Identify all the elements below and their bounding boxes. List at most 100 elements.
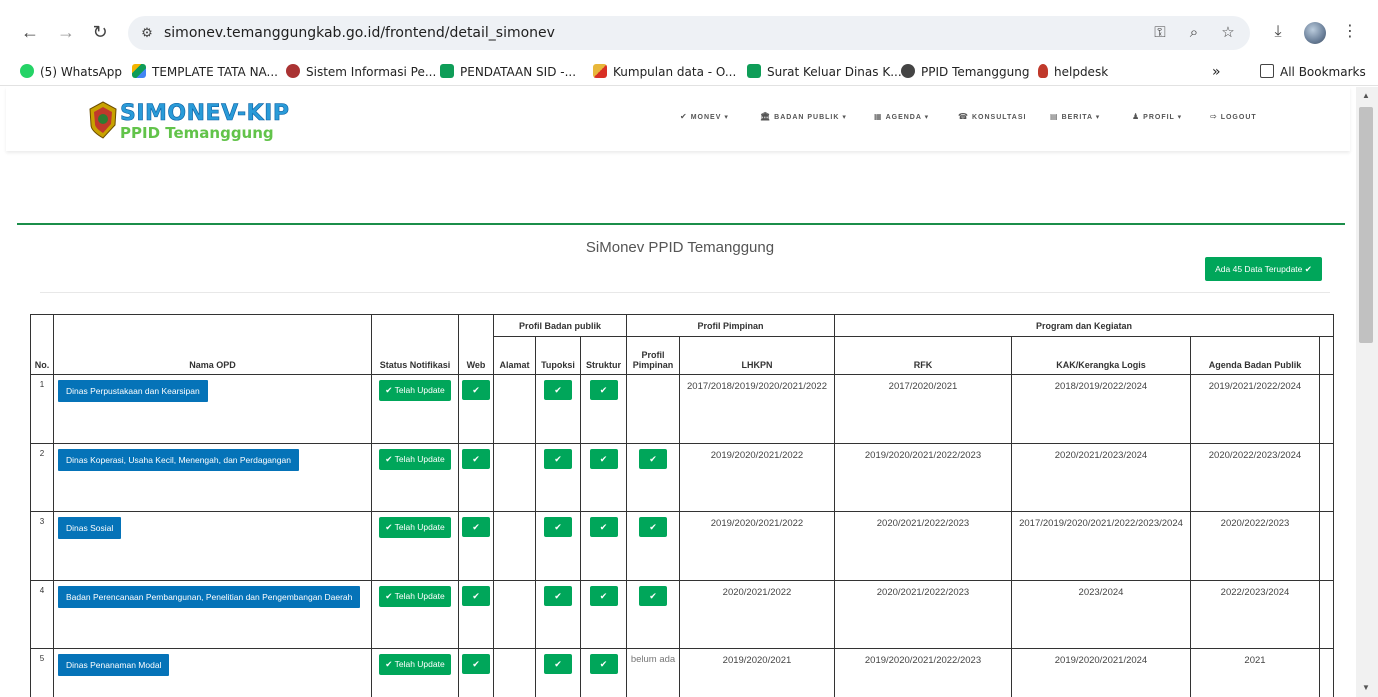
forward-arrow-icon[interactable]: → — [54, 20, 78, 44]
check-icon[interactable]: ✔ — [462, 654, 490, 674]
kak-cell: 2018/2019/2022/2024 — [1011, 374, 1191, 444]
agenda-cell: 2019/2021/2022/2024 — [1190, 374, 1320, 444]
bookmark-surat-keluar[interactable]: Surat Keluar Dinas K... — [747, 63, 902, 81]
status-update-button[interactable]: ✔ Telah Update — [379, 517, 451, 538]
check-icon[interactable]: ✔ — [462, 380, 490, 400]
site-settings-icon[interactable]: ⚙ — [138, 24, 156, 42]
all-bookmarks[interactable]: All Bookmarks — [1260, 63, 1366, 81]
tupoksi-cell: ✔ — [535, 511, 581, 581]
bookmark-whatsapp[interactable]: (5) WhatsApp — [20, 63, 122, 81]
tupoksi-cell: ✔ — [535, 648, 581, 697]
bookmark-ppid[interactable]: PPID Temanggung — [901, 63, 1029, 81]
opd-cell: Dinas Perpustakaan dan Kearsipan — [53, 374, 372, 444]
status-update-button[interactable]: ✔ Telah Update — [379, 654, 451, 675]
table-row: 5 Dinas Penanaman Modal ✔ Telah Update ✔ ✔ ✔ b… — [30, 648, 1334, 697]
struktur-cell: ✔ — [580, 511, 627, 581]
check-icon[interactable]: ✔ — [462, 449, 490, 469]
status-update-button[interactable]: ✔ Telah Update — [379, 586, 451, 607]
updated-data-button[interactable]: Ada 45 Data Terupdate ✔ — [1205, 257, 1322, 281]
check-icon[interactable]: ✔ — [544, 586, 572, 606]
reload-icon[interactable]: ↻ — [88, 20, 112, 44]
opd-name-button[interactable]: Badan Perencanaan Pembangunan, Penelitia… — [58, 586, 361, 608]
page-content: SIMONEV-KIP PPID Temanggung ✔ MONEV ▾ 🏛 BA… — [0, 87, 1356, 697]
header-lhkpn: LHKPN — [679, 336, 835, 375]
opd-name-button[interactable]: Dinas Perpustakaan dan Kearsipan — [58, 380, 208, 402]
star-icon[interactable]: ☆ — [1218, 24, 1238, 42]
status-update-button[interactable]: ✔ Telah Update — [379, 380, 451, 401]
status-cell: ✔ Telah Update — [371, 374, 459, 444]
page-scrollbar[interactable]: ▲ ▼ — [1356, 87, 1378, 697]
menu-badan-publik[interactable]: 🏛 BADAN PUBLIK ▾ — [760, 112, 847, 121]
status-cell: ✔ Telah Update — [371, 580, 459, 649]
check-icon[interactable]: ✔ — [589, 380, 618, 400]
check-icon[interactable]: ✔ — [639, 517, 667, 537]
opd-name-button[interactable]: Dinas Penanaman Modal — [58, 654, 170, 676]
bookmark-kumpulan-data[interactable]: Kumpulan data - O... — [593, 63, 736, 81]
check-icon[interactable]: ✔ — [544, 380, 572, 400]
row-number: 5 — [30, 648, 54, 697]
calendar-icon: ▦ — [874, 112, 883, 121]
logo-subtitle[interactable]: PPID Temanggung — [120, 124, 274, 142]
check-icon[interactable]: ✔ — [589, 654, 618, 674]
header-agenda: Agenda Badan Publik — [1190, 336, 1320, 375]
web-cell: ✔ — [458, 580, 494, 649]
bookmark-helpdesk[interactable]: helpdesk — [1038, 63, 1108, 81]
user-icon: ♟ — [1132, 112, 1141, 121]
opd-name-button[interactable]: Dinas Sosial — [58, 517, 122, 539]
check-icon[interactable]: ✔ — [589, 586, 618, 606]
check-icon[interactable]: ✔ — [544, 654, 572, 674]
opd-name-button[interactable]: Dinas Koperasi, Usaha Kecil, Menengah, d… — [58, 449, 299, 471]
check-icon[interactable]: ✔ — [639, 449, 667, 469]
page-title: SiMonev PPID Temanggung — [585, 239, 775, 256]
status-cell: ✔ Telah Update — [371, 511, 459, 581]
tupoksi-cell: ✔ — [535, 443, 581, 512]
menu-monev[interactable]: ✔ MONEV ▾ — [680, 112, 729, 121]
extra-cell — [1319, 443, 1334, 512]
globe-icon — [901, 64, 915, 78]
avatar[interactable] — [1304, 22, 1326, 44]
more-bookmarks-chevron[interactable]: » — [1212, 63, 1221, 81]
header-profil-badan: Profil Badan publik — [493, 314, 627, 337]
bookmark-sistem-informasi[interactable]: Sistem Informasi Pe... — [286, 63, 436, 81]
folder-icon — [1260, 64, 1274, 78]
menu-logout[interactable]: ⇨ LOGOUT — [1210, 112, 1257, 121]
bookmark-pendataan[interactable]: PENDATAAN SID -... — [440, 63, 576, 81]
scroll-thumb[interactable] — [1359, 107, 1373, 343]
kak-cell: 2019/2020/2021/2024 — [1011, 648, 1191, 697]
check-icon[interactable]: ✔ — [589, 449, 618, 469]
address-bar[interactable]: ⚙ simonev.temanggungkab.go.id/frontend/d… — [128, 16, 1250, 50]
scroll-up-arrow-icon[interactable]: ▲ — [1360, 91, 1372, 100]
status-update-button[interactable]: ✔ Telah Update — [379, 449, 451, 470]
check-icon[interactable]: ✔ — [462, 517, 490, 537]
bookmark-template[interactable]: TEMPLATE TATA NA... — [132, 63, 278, 81]
kak-cell: 2023/2024 — [1011, 580, 1191, 649]
logo-title[interactable]: SIMONEV-KIP — [120, 101, 290, 127]
phone-icon: ☎ — [958, 112, 969, 121]
check-icon[interactable]: ✔ — [639, 586, 667, 606]
header-extra — [1319, 336, 1334, 375]
check-icon[interactable]: ✔ — [462, 586, 490, 606]
struktur-cell: ✔ — [580, 374, 627, 444]
bank-icon: 🏛 — [760, 112, 772, 121]
check-icon[interactable]: ✔ — [544, 517, 572, 537]
scroll-down-arrow-icon[interactable]: ▼ — [1360, 683, 1372, 692]
monev-table: No. Nama OPD Status Notifikasi Web Profi… — [30, 314, 1334, 697]
helpdesk-icon — [1038, 64, 1048, 78]
header-no: No. — [30, 314, 54, 375]
check-icon[interactable]: ✔ — [544, 449, 572, 469]
menu-berita[interactable]: ▤ BERITA ▾ — [1050, 112, 1100, 121]
url-text[interactable]: simonev.temanggungkab.go.id/frontend/det… — [164, 25, 555, 41]
menu-profil[interactable]: ♟ PROFIL ▾ — [1132, 112, 1182, 121]
zoom-icon[interactable]: ⌕ — [1184, 24, 1204, 42]
row-number: 4 — [30, 580, 54, 649]
back-arrow-icon[interactable]: ← — [18, 20, 42, 44]
agenda-cell: 2020/2022/2023 — [1190, 511, 1320, 581]
menu-konsultasi[interactable]: ☎ KONSULTASI — [958, 112, 1026, 121]
row-number: 1 — [30, 374, 54, 444]
more-menu-icon[interactable]: ⋮ — [1338, 20, 1362, 44]
emblem-icon — [286, 64, 300, 78]
check-icon[interactable]: ✔ — [589, 517, 618, 537]
download-icon[interactable]: ⤓ — [1266, 20, 1290, 44]
key-icon[interactable]: ⚿ — [1150, 24, 1170, 42]
menu-agenda[interactable]: ▦ AGENDA ▾ — [874, 112, 929, 121]
